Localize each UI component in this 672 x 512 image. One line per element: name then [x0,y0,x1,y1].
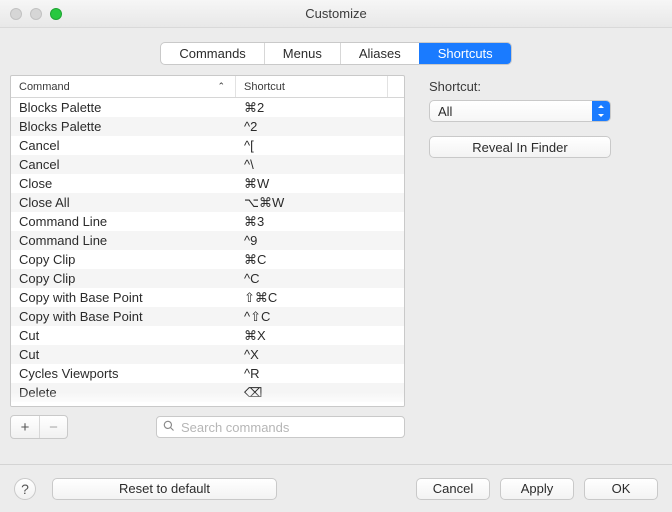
table-row[interactable]: Cut⌘X [11,326,404,345]
search-field[interactable] [156,416,405,438]
sort-indicator-icon: ⌃ [217,81,225,92]
search-input[interactable] [181,420,398,435]
table-row[interactable]: Copy Clip^C [11,269,404,288]
cell-command: Copy with Base Point [11,309,236,324]
cell-shortcut: ⌘C [236,252,404,268]
column-header-command[interactable]: Command ⌃ [11,76,236,97]
window-titlebar: Customize [0,0,672,28]
cell-shortcut: ^[ [236,138,404,153]
cell-command: Command Line [11,233,236,248]
cell-command: Cancel [11,138,236,153]
cell-shortcut: ^9 [236,233,404,248]
reset-to-default-button[interactable]: Reset to default [52,478,277,500]
cell-command: Blocks Palette [11,100,236,115]
table-row[interactable]: Command Line⌘3 [11,212,404,231]
cell-shortcut: ^X [236,347,404,362]
tab-bar: Commands Menus Aliases Shortcuts [160,42,511,65]
table-row[interactable]: Cancel^[ [11,136,404,155]
table-row[interactable]: Command Line^9 [11,231,404,250]
cell-shortcut: ⇧⌘C [236,290,404,306]
search-icon [163,420,175,435]
cell-shortcut: ^2 [236,119,404,134]
cell-shortcut: ^⇧C [236,309,404,325]
cancel-button[interactable]: Cancel [416,478,490,500]
table-row[interactable]: Copy Clip⌘C [11,250,404,269]
apply-button[interactable]: Apply [500,478,574,500]
cell-command: Close [11,176,236,191]
table-row[interactable]: Close All⌥⌘W [11,193,404,212]
cell-command: Close All [11,195,236,210]
table-row[interactable]: Cancel^\ [11,155,404,174]
tab-menus[interactable]: Menus [264,43,340,64]
help-button[interactable]: ? [14,478,36,500]
cell-command: Cancel [11,157,236,172]
table-row[interactable]: Copy with Base Point^⇧C [11,307,404,326]
shortcuts-table: Command ⌃ Shortcut Blocks Palette⌘2Block… [10,75,405,407]
select-stepper-icon [592,101,610,121]
cell-command: Blocks Palette [11,119,236,134]
cell-shortcut: ⌥⌘W [236,195,404,211]
add-remove-toolbar: + − [10,415,68,439]
reveal-in-finder-button[interactable]: Reveal In Finder [429,136,611,158]
table-row[interactable]: Close⌘W [11,174,404,193]
ok-button[interactable]: OK [584,478,658,500]
cell-shortcut: ⌘X [236,328,404,344]
cell-command: Copy Clip [11,271,236,286]
cell-shortcut: ^\ [236,157,404,172]
table-row[interactable]: Cycles Viewports^R [11,364,404,383]
table-row[interactable]: Blocks Palette⌘2 [11,98,404,117]
cell-shortcut: ⌘3 [236,214,404,230]
window-title: Customize [0,6,672,21]
cell-command: Cut [11,347,236,362]
cell-command: Copy with Base Point [11,290,236,305]
cell-command: Copy Clip [11,252,236,267]
shortcut-filter-select[interactable]: All [429,100,611,122]
column-header-spacer [388,76,404,97]
shortcut-filter-value: All [438,104,452,119]
tab-commands[interactable]: Commands [161,43,263,64]
shortcut-filter-label: Shortcut: [429,79,662,94]
cell-command: Command Line [11,214,236,229]
add-button[interactable]: + [11,416,39,438]
remove-button[interactable]: − [39,416,67,438]
cell-shortcut: ^R [236,366,404,381]
table-row[interactable]: Copy with Base Point⇧⌘C [11,288,404,307]
cell-shortcut: ^C [236,271,404,286]
cell-command: Cut [11,328,236,343]
table-row[interactable]: Cut^X [11,345,404,364]
cell-command: Cycles Viewports [11,366,236,381]
cell-shortcut: ⌘2 [236,100,404,116]
table-row[interactable]: Blocks Palette^2 [11,117,404,136]
column-header-shortcut[interactable]: Shortcut [236,76,388,97]
cell-shortcut: ⌘W [236,176,404,192]
tab-shortcuts[interactable]: Shortcuts [419,43,511,64]
tab-aliases[interactable]: Aliases [340,43,419,64]
